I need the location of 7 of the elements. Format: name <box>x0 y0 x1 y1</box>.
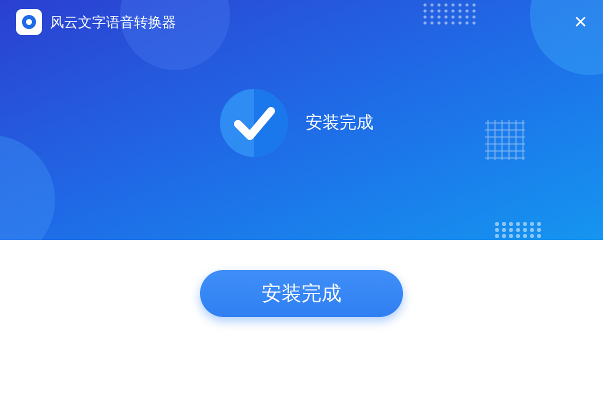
grid-pattern-drawing <box>484 120 526 160</box>
check-circle-icon <box>220 89 288 157</box>
close-button[interactable]: × <box>574 11 587 33</box>
status-message: 安装完成 <box>306 112 374 134</box>
app-logo-icon <box>16 9 42 35</box>
window-title: 风云文字语音转换器 <box>50 12 176 32</box>
finish-button[interactable]: 安装完成 <box>200 270 403 317</box>
